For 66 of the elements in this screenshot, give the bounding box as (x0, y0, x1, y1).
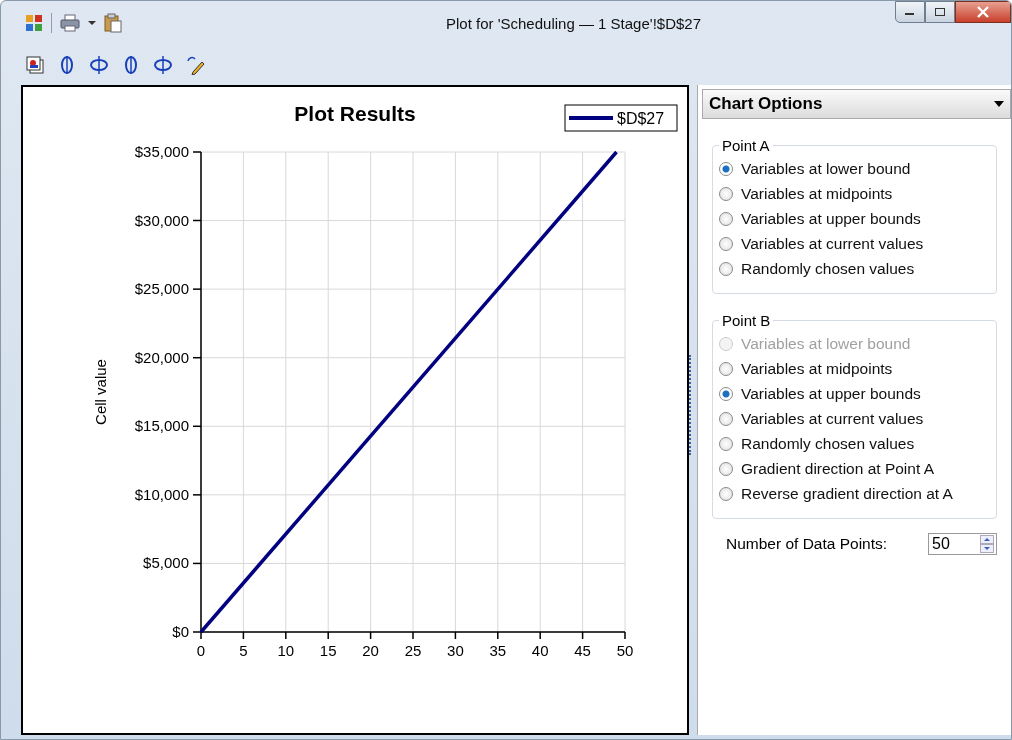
radio-button[interactable] (719, 361, 733, 376)
rotate-icon[interactable] (153, 55, 173, 75)
minimize-button[interactable] (895, 1, 925, 23)
radio-button[interactable] (719, 236, 733, 251)
x-tick-label: 40 (531, 642, 549, 659)
radio-button[interactable] (719, 386, 733, 401)
radio-option[interactable]: Variables at current values (719, 231, 988, 256)
y-tick-label: $0 (172, 623, 189, 640)
y-tick-label: $20,000 (134, 348, 189, 366)
x-tick-label: 15 (319, 642, 337, 659)
radio-option[interactable]: Variables at upper bounds (719, 381, 988, 406)
window-title: Plot for 'Scheduling — 1 Stage'!$D$27 (444, 14, 703, 32)
radio-option[interactable]: Variables at upper bounds (719, 206, 988, 231)
rotate-icon[interactable] (89, 55, 109, 75)
radio-option[interactable]: Reverse gradient direction at A (719, 481, 988, 506)
radio-button[interactable] (719, 486, 733, 501)
panel-header[interactable]: Chart Options (702, 89, 1011, 119)
radio-option[interactable]: Variables at lower bound (719, 156, 988, 181)
chart-legend: $D$27 (564, 104, 678, 132)
x-tick-label: 25 (404, 642, 422, 659)
y-tick-label: $10,000 (134, 485, 189, 503)
radio-button[interactable] (719, 161, 733, 176)
number-field[interactable]: 50 (928, 533, 997, 555)
x-tick-label: 50 (616, 642, 634, 659)
y-tick-label: $15,000 (134, 417, 189, 435)
radio-button[interactable] (719, 461, 733, 476)
legend-label: $D$27 (617, 110, 665, 127)
x-tick-label: 45 (574, 642, 591, 659)
maximize-button[interactable] (925, 1, 955, 23)
panel-title: Chart Options (709, 94, 823, 114)
x-tick-label: 30 (447, 642, 464, 659)
copy-image-icon[interactable] (25, 55, 45, 75)
clipboard-icon[interactable] (104, 13, 122, 33)
close-button[interactable] (955, 1, 1011, 23)
y-tick-label: $5,000 (143, 554, 189, 572)
radio-option[interactable]: Variables at current values (719, 406, 988, 431)
app-icon[interactable] (25, 14, 43, 32)
edit-icon[interactable] (185, 55, 205, 75)
y-tick-label: $25,000 (134, 280, 189, 298)
chart-title: Plot Results (294, 102, 416, 125)
x-tick-label: 5 (239, 642, 248, 659)
y-axis-label: Cell value (92, 359, 109, 425)
radio-option[interactable]: Randomly chosen values (719, 431, 988, 456)
radio-button[interactable] (719, 186, 733, 201)
radio-option[interactable]: Randomly chosen values (719, 256, 988, 281)
maximize-icon (934, 7, 946, 17)
x-tick-label: 35 (489, 642, 507, 659)
radio-button[interactable] (719, 411, 733, 426)
x-tick-label: 0 (196, 642, 206, 659)
group-title: Point A (721, 137, 771, 154)
x-tick-label: 10 (277, 642, 295, 659)
close-icon (976, 6, 990, 18)
radio-option[interactable]: Variables at midpoints (719, 181, 988, 206)
radio-button[interactable] (719, 211, 733, 226)
y-tick-label: $30,000 (134, 211, 189, 229)
field-label: Number of Data Points: (726, 535, 888, 553)
caret-icon[interactable] (994, 101, 1004, 107)
caret-icon[interactable] (88, 20, 96, 26)
printer-icon[interactable] (60, 14, 80, 32)
radio-button[interactable] (719, 261, 733, 276)
radio-option[interactable]: Variables at midpoints (719, 356, 988, 381)
radio-button[interactable] (719, 436, 733, 451)
group-title: Point B (721, 312, 772, 329)
y-tick-label: $35,000 (134, 143, 189, 160)
x-tick-label: 20 (362, 642, 379, 659)
radio-option[interactable]: Gradient direction at Point A (719, 456, 988, 481)
